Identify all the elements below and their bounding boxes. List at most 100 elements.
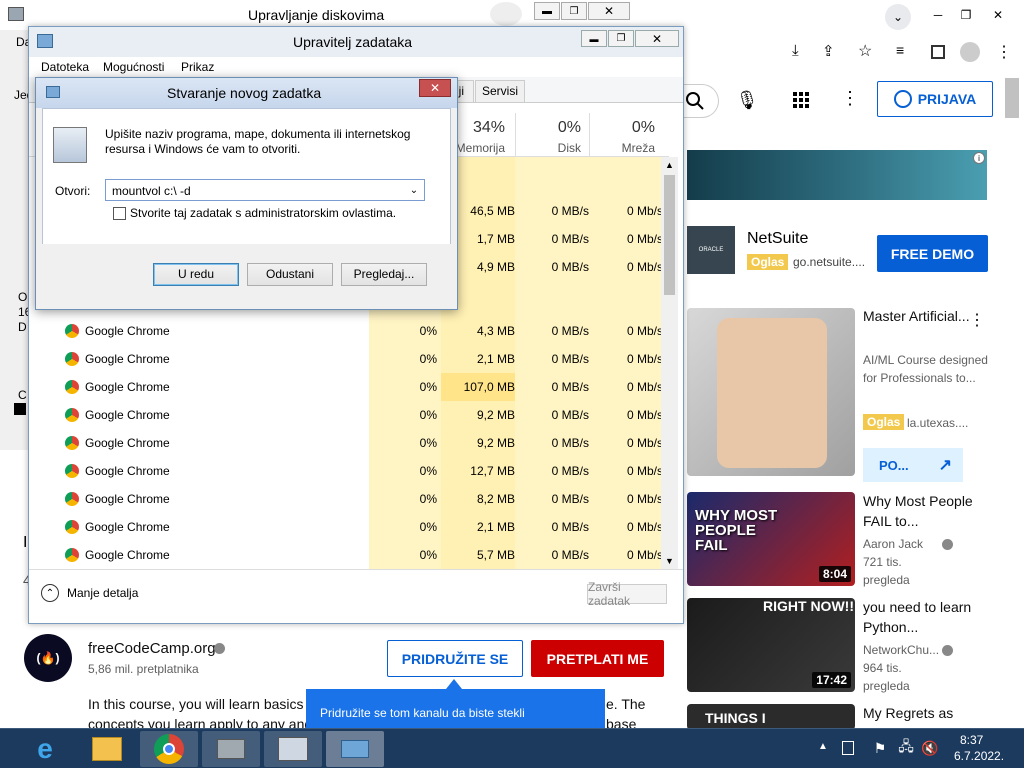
thumbnail-text: WHY MOST PEOPLE FAIL [695,507,778,554]
action-center-icon[interactable]: ⚑ [870,738,890,758]
close-icon[interactable]: ✕ [985,4,1011,26]
chrome-process-icon [65,492,79,506]
free-demo-button[interactable]: FREE DEMO [877,235,988,272]
minimize-icon[interactable]: ─ [925,4,951,26]
apps-icon[interactable] [793,92,809,108]
restore-icon[interactable]: ❐ [953,4,979,26]
video-thumbnail[interactable]: WHY MOST PEOPLE FAIL 8:04 [687,492,855,586]
video-thumbnail[interactable]: THINGS I [687,704,855,730]
video-thumbnail[interactable] [687,308,855,476]
table-row[interactable]: Google Chrome 0% 2,1 MB 0 MB/s 0 Mb/s [29,513,669,541]
table-row[interactable]: Google Chrome 0% 12,7 MB 0 MB/s 0 Mb/s [29,457,669,485]
subscribe-button[interactable]: PRETPLATI ME [531,640,664,677]
run-dialog-button[interactable] [326,731,384,767]
media-icon[interactable]: ≡ [896,42,904,58]
video-channel[interactable]: Aaron Jack [863,535,923,553]
maximize-button[interactable]: ❐ [608,30,634,47]
maximize-button[interactable]: ❐ [561,2,587,20]
table-row[interactable]: Google Chrome 0% 9,2 MB 0 MB/s 0 Mb/s [29,429,669,457]
video-title[interactable]: you need to learn Python... [863,597,973,637]
folder-icon [92,737,122,761]
scrollbar-thumb[interactable] [1005,78,1019,118]
video-title[interactable]: Why Most People FAIL to... [863,491,973,531]
table-row[interactable]: Google Chrome 0% 4,3 MB 0 MB/s 0 Mb/s [29,317,669,345]
download-icon[interactable]: ⤓ [792,42,799,59]
microphone-icon[interactable]: 🎙 [736,88,759,112]
chevron-down-icon[interactable]: ⌄ [407,183,421,197]
admin-checkbox[interactable] [113,207,126,220]
process-scrollbar[interactable]: ▲ ▼ [661,157,678,569]
channel-avatar[interactable]: (🔥) [24,634,72,682]
minimize-button[interactable]: ▬ [581,30,607,47]
scrollbar-thumb[interactable] [664,175,675,295]
tab-services[interactable]: Servisi [475,80,526,102]
close-button[interactable]: ✕ [419,79,451,97]
scroll-up-icon[interactable]: ▲ [661,157,678,173]
more-icon[interactable]: ⋮ [841,88,859,109]
network-icon[interactable]: 🖧 [896,738,916,758]
clock-date[interactable]: 6.7.2022. [954,749,1004,763]
volume-icon[interactable]: 🔇 [920,738,940,758]
profile-icon[interactable] [960,42,980,62]
network-cell: 0 Mb/s [626,408,663,422]
video-duration: 17:42 [812,672,851,688]
disk-percent[interactable]: 0% [507,119,581,137]
clock-time[interactable]: 8:37 [960,733,983,747]
disk-column-header[interactable]: Disk [507,141,581,155]
internet-explorer-icon[interactable]: e [16,731,74,767]
side-label: D [18,320,27,334]
ok-button[interactable]: U redu [153,263,239,286]
search-button[interactable] [683,84,719,118]
fewer-details-button[interactable]: ⌃ Manje detalja [41,584,138,602]
network-column-header[interactable]: Mreža [581,141,655,155]
video-views: 964 tis. pregleda [863,661,910,693]
open-input[interactable]: mountvol c:\ -d [112,184,191,198]
share-icon[interactable]: ⇪ [822,42,835,60]
table-row[interactable]: Google Chrome 0% 8,2 MB 0 MB/s 0 Mb/s [29,485,669,513]
disk-cell: 0 MB/s [551,352,589,366]
scroll-down-icon[interactable]: ▼ [661,553,678,569]
table-row[interactable]: Google Chrome 0% 9,2 MB 0 MB/s 0 Mb/s [29,401,669,429]
admin-checkbox-label[interactable]: Stvorite taj zadatak s administratorskim… [130,206,396,220]
sidepanel-icon[interactable] [931,45,945,59]
cpu-cell: 0% [419,548,437,562]
ad-cta-button[interactable]: PO... ↗ [863,448,963,482]
table-row[interactable]: Google Chrome 0% 2,1 MB 0 MB/s 0 Mb/s [29,345,669,373]
chrome-button[interactable] [140,731,198,767]
disk-management-button[interactable] [202,731,260,767]
menu-view[interactable]: Prikaz [181,60,214,74]
table-row[interactable]: Google Chrome 0% 5,7 MB 0 MB/s 0 Mb/s [29,541,669,569]
file-explorer-button[interactable] [78,731,136,767]
close-button[interactable]: ✕ [588,2,630,20]
video-thumbnail[interactable]: RIGHT NOW!! 17:42 [687,598,855,692]
info-icon[interactable]: i [973,152,985,164]
cancel-button[interactable]: Odustani [247,263,333,286]
process-name: Google Chrome [85,324,170,338]
table-row[interactable]: Google Chrome 0% 107,0 MB 0 MB/s 0 Mb/s [29,373,669,401]
more-icon[interactable]: ⋮ [969,310,985,330]
video-title[interactable]: My Regrets as [863,703,973,723]
channel-name[interactable]: freeCodeCamp.org [88,640,216,657]
close-button[interactable]: ✕ [635,30,679,47]
task-manager-button[interactable] [264,731,322,767]
chevron-up-icon[interactable]: ▲ [818,741,828,752]
disk-cell: 0 MB/s [551,204,589,218]
open-combobox[interactable]: mountvol c:\ -d ⌄ [105,179,425,201]
menu-file[interactable]: Datoteka [41,60,89,74]
tablet-icon[interactable] [842,741,854,755]
disk-cell: 0 MB/s [551,548,589,562]
ad-banner-image[interactable] [687,150,987,200]
sign-in-button[interactable]: PRIJAVA [877,81,993,117]
star-icon[interactable]: ☆ [858,41,872,61]
network-percent[interactable]: 0% [581,119,655,137]
end-task-button[interactable]: Završi zadatak [587,580,667,608]
chevron-down-icon[interactable]: ⌄ [885,4,911,30]
process-name: Google Chrome [85,492,170,506]
minimize-button[interactable]: ▬ [534,2,560,20]
join-button[interactable]: PRIDRUŽITE SE [387,640,523,677]
menu-options[interactable]: Mogućnosti [103,60,164,74]
side-label: C [18,388,27,402]
menu-icon[interactable]: ⋮ [996,42,1012,62]
browse-button[interactable]: Pregledaj... [341,263,427,286]
video-channel[interactable]: NetworkChu... [863,641,939,659]
